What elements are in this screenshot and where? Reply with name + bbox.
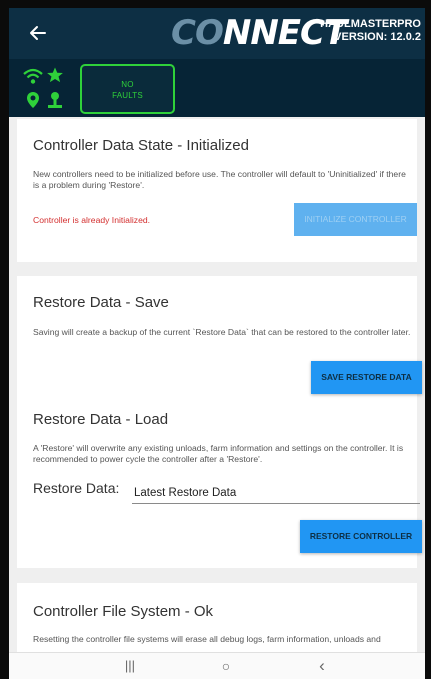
restore-controller-button[interactable]: RESTORE CONTROLLER bbox=[300, 520, 422, 553]
restore-save-title: Restore Data - Save bbox=[33, 294, 169, 311]
restore-data-label: Restore Data: bbox=[33, 480, 120, 496]
faults-line-1: NO bbox=[121, 80, 134, 89]
back-chevron-icon[interactable]: ‹ bbox=[310, 657, 334, 675]
app-screen: CONNECT HAULMASTERPRO VERSION: 12.0.2 NO… bbox=[9, 8, 425, 679]
restore-load-description: A 'Restore' will overwrite any existing … bbox=[33, 443, 404, 464]
home-icon[interactable]: ○ bbox=[214, 657, 238, 675]
location-pin-icon bbox=[27, 92, 39, 108]
system-nav-bar: ||| ○ ‹ bbox=[9, 652, 425, 679]
file-system-title: Controller File System - Ok bbox=[33, 603, 214, 620]
restore-save-description: Saving will create a backup of the curre… bbox=[33, 327, 411, 337]
status-strip: NO FAULTS bbox=[9, 59, 425, 117]
person-pin-icon bbox=[48, 92, 62, 108]
bezel-right bbox=[425, 0, 431, 679]
recent-apps-icon[interactable]: ||| bbox=[118, 657, 142, 675]
wifi-icon bbox=[23, 68, 43, 84]
arrow-left-icon[interactable] bbox=[25, 20, 51, 46]
file-system-description: Resetting the controller file systems wi… bbox=[33, 634, 381, 644]
faults-line-2: FAULTS bbox=[112, 91, 143, 100]
device-name: HAULMASTERPRO bbox=[320, 18, 421, 30]
restore-data-field[interactable] bbox=[132, 482, 420, 504]
faults-indicator[interactable]: NO FAULTS bbox=[80, 64, 175, 114]
file-system-card: Controller File System - Ok Resetting th… bbox=[17, 583, 417, 652]
version-info: HAULMASTERPRO VERSION: 12.0.2 bbox=[320, 18, 421, 44]
app-bar: CONNECT HAULMASTERPRO VERSION: 12.0.2 bbox=[9, 8, 425, 59]
restore-load-title: Restore Data - Load bbox=[33, 411, 169, 428]
bezel-top bbox=[0, 0, 431, 8]
star-icon bbox=[47, 67, 63, 83]
content-area[interactable]: Controller Data State - Initialized New … bbox=[9, 117, 425, 652]
controller-state-card: Controller Data State - Initialized New … bbox=[17, 119, 417, 262]
status-icons bbox=[23, 66, 67, 110]
device-frame: CONNECT HAULMASTERPRO VERSION: 12.0.2 NO… bbox=[0, 0, 431, 679]
save-restore-data-button[interactable]: SAVE RESTORE DATA bbox=[311, 361, 422, 394]
initialize-controller-button[interactable]: INITIALIZE CONTROLLER bbox=[294, 203, 417, 236]
bezel-left bbox=[0, 0, 9, 679]
version-label: VERSION: 12.0.2 bbox=[334, 31, 421, 43]
controller-state-description: New controllers need to be initialized b… bbox=[33, 169, 406, 190]
controller-initialized-warning: Controller is already Initialized. bbox=[33, 215, 151, 225]
restore-data-card: Restore Data - Save Saving will create a… bbox=[17, 276, 422, 568]
controller-state-title: Controller Data State - Initialized bbox=[33, 137, 249, 154]
